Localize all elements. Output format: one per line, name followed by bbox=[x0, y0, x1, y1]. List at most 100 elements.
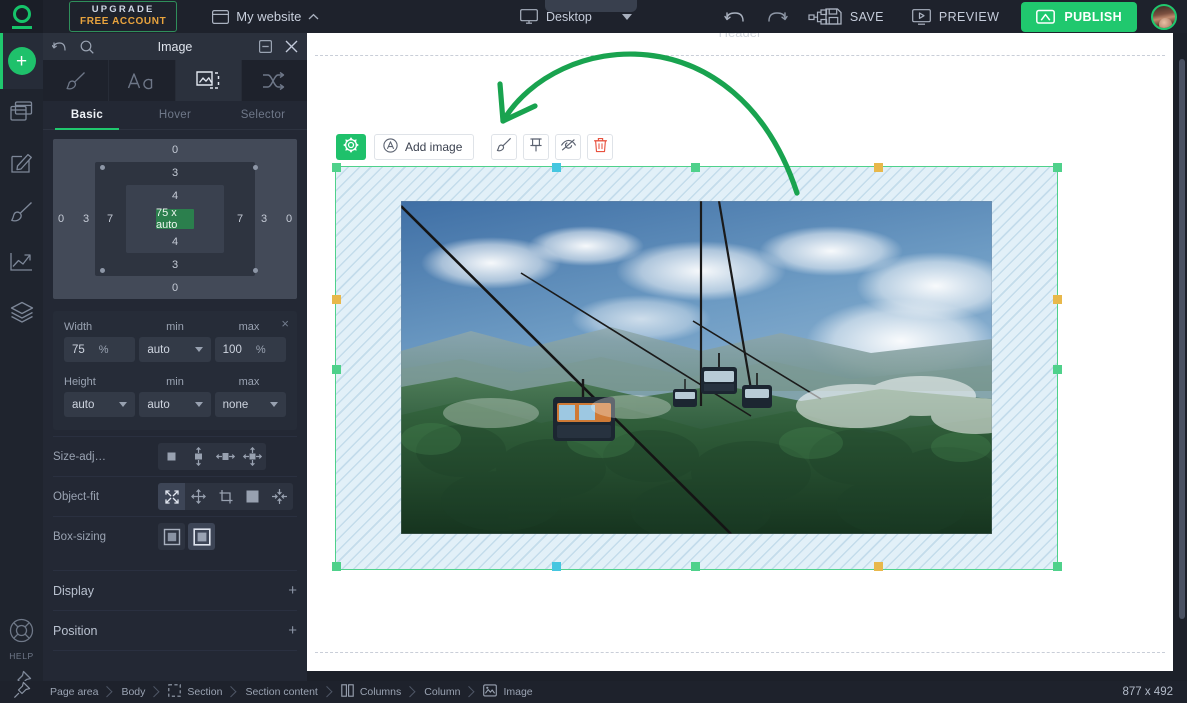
breadcrumb-column[interactable]: Column bbox=[417, 686, 467, 698]
undo-icon[interactable] bbox=[724, 9, 746, 25]
size-adjust-horizontal-icon[interactable] bbox=[212, 443, 239, 470]
resize-handle-top-left[interactable] bbox=[332, 163, 341, 172]
preview-button[interactable]: PREVIEW bbox=[898, 8, 1013, 25]
breadcrumb-section[interactable]: Section bbox=[161, 684, 229, 700]
margin-bottom-value[interactable]: 0 bbox=[172, 282, 178, 294]
breadcrumb-section-content[interactable]: Section content bbox=[238, 686, 324, 698]
tab-layout[interactable] bbox=[175, 60, 242, 101]
margin-left-value[interactable]: 0 bbox=[58, 213, 64, 225]
tab-hover[interactable]: Hover bbox=[131, 101, 219, 129]
selected-element-box[interactable] bbox=[332, 163, 1062, 571]
image-element[interactable] bbox=[401, 201, 992, 534]
site-selector[interactable]: My website bbox=[212, 9, 319, 24]
object-fit-contain-icon[interactable] bbox=[185, 483, 212, 510]
object-fit-scale-down-icon[interactable] bbox=[266, 483, 293, 510]
resize-handle-bottom-center[interactable] bbox=[691, 562, 700, 571]
canvas-vertical-scrollbar[interactable] bbox=[1177, 33, 1187, 681]
help-button[interactable]: HELP bbox=[0, 618, 43, 661]
padding-bottom-value[interactable]: 4 bbox=[172, 236, 178, 248]
object-fit-none-icon[interactable] bbox=[239, 483, 266, 510]
device-switcher[interactable]: Desktop bbox=[520, 0, 632, 33]
resize-handle-top-center[interactable] bbox=[691, 163, 700, 172]
margin-right-value[interactable]: 0 bbox=[286, 213, 292, 225]
sizing-close-icon[interactable]: × bbox=[281, 316, 289, 331]
accordion-position[interactable]: Position + bbox=[53, 610, 297, 650]
size-adjust-vertical-icon[interactable] bbox=[185, 443, 212, 470]
border-right-value[interactable]: 3 bbox=[261, 213, 267, 225]
resize-handle-right-middle[interactable] bbox=[1053, 365, 1062, 374]
rail-item-analytics[interactable] bbox=[0, 239, 43, 289]
undo-icon[interactable] bbox=[52, 41, 67, 53]
width-min-select[interactable]: auto bbox=[139, 337, 211, 362]
content-size-value[interactable]: 75 x auto bbox=[156, 207, 194, 231]
breadcrumb-image[interactable]: Image bbox=[476, 684, 539, 700]
box-sizing-content-box-icon[interactable] bbox=[158, 523, 185, 550]
accordion-display[interactable]: Display + bbox=[53, 570, 297, 610]
panel-header: Image bbox=[43, 33, 307, 60]
element-style-button[interactable] bbox=[491, 134, 518, 160]
tab-selector[interactable]: Selector bbox=[219, 101, 307, 129]
height-select[interactable]: auto bbox=[64, 392, 136, 417]
page-canvas[interactable]: Header Add image bbox=[307, 33, 1173, 671]
width-input[interactable]: 75 % bbox=[64, 337, 136, 362]
rail-item-add-element[interactable]: + bbox=[0, 33, 43, 89]
width-max-input[interactable]: 100 % bbox=[214, 337, 286, 362]
margin-handle-bottom[interactable] bbox=[552, 562, 561, 571]
chevron-down-icon[interactable] bbox=[621, 13, 632, 20]
height-max-select[interactable]: none bbox=[214, 392, 286, 417]
element-pin-button[interactable] bbox=[523, 134, 550, 160]
element-hide-button[interactable] bbox=[555, 134, 582, 160]
rail-item-pages[interactable] bbox=[0, 89, 43, 139]
corner-handle-br[interactable] bbox=[253, 268, 258, 273]
upgrade-button[interactable]: UPGRADE FREE ACCOUNT bbox=[69, 0, 178, 33]
padding-handle-left[interactable] bbox=[332, 295, 341, 304]
breadcrumb-body[interactable]: Body bbox=[114, 686, 152, 698]
tab-effects[interactable] bbox=[242, 60, 307, 101]
resize-handle-bottom-left[interactable] bbox=[332, 562, 341, 571]
resize-handle-bottom-right[interactable] bbox=[1053, 562, 1062, 571]
scrollbar-thumb[interactable] bbox=[1179, 59, 1185, 619]
size-adjust-none-icon[interactable] bbox=[158, 443, 185, 470]
resize-handle-top-right[interactable] bbox=[1053, 163, 1062, 172]
add-image-button[interactable]: Add image bbox=[374, 134, 475, 160]
minimize-icon[interactable] bbox=[259, 40, 272, 53]
padding-top-value[interactable]: 4 bbox=[172, 190, 178, 202]
corner-handle-tr[interactable] bbox=[253, 165, 258, 170]
border-top-value[interactable]: 3 bbox=[172, 167, 178, 179]
rail-item-layers[interactable] bbox=[0, 289, 43, 339]
border-left-value[interactable]: 3 bbox=[83, 213, 89, 225]
padding-left-value[interactable]: 7 bbox=[107, 213, 113, 225]
redo-icon[interactable] bbox=[766, 9, 788, 25]
element-settings-button[interactable] bbox=[336, 134, 366, 160]
breadcrumb-pin-button[interactable] bbox=[0, 681, 43, 703]
padding-handle-top[interactable] bbox=[874, 163, 883, 172]
breadcrumb-columns[interactable]: Columns bbox=[334, 684, 408, 700]
breadcrumb-page-area[interactable]: Page area bbox=[43, 686, 105, 698]
corner-handle-bl[interactable] bbox=[100, 268, 105, 273]
height-min-select[interactable]: auto bbox=[139, 392, 211, 417]
padding-right-value[interactable]: 7 bbox=[237, 213, 243, 225]
box-sizing-border-box-icon[interactable] bbox=[188, 523, 215, 550]
padding-handle-right[interactable] bbox=[1053, 295, 1062, 304]
app-logo[interactable] bbox=[0, 0, 43, 33]
rail-item-design[interactable] bbox=[0, 189, 43, 239]
tab-basic[interactable]: Basic bbox=[43, 101, 131, 130]
search-icon[interactable] bbox=[80, 40, 94, 54]
publish-button[interactable]: PUBLISH bbox=[1021, 1, 1137, 32]
margin-top-value[interactable]: 0 bbox=[172, 144, 178, 156]
rail-item-edit[interactable] bbox=[0, 139, 43, 189]
save-button[interactable]: SAVE bbox=[811, 8, 898, 25]
size-adjust-both-icon[interactable] bbox=[239, 443, 266, 470]
padding-handle-bottom[interactable] bbox=[874, 562, 883, 571]
resize-handle-left-middle[interactable] bbox=[332, 365, 341, 374]
margin-handle-top[interactable] bbox=[552, 163, 561, 172]
tab-style[interactable] bbox=[43, 60, 110, 101]
close-icon[interactable] bbox=[285, 40, 298, 53]
corner-handle-tl[interactable] bbox=[100, 165, 105, 170]
user-avatar[interactable] bbox=[1151, 3, 1177, 30]
object-fit-fill-icon[interactable] bbox=[158, 483, 185, 510]
object-fit-cover-icon[interactable] bbox=[212, 483, 239, 510]
tab-typography[interactable] bbox=[109, 60, 176, 101]
element-delete-button[interactable] bbox=[587, 134, 614, 160]
border-bottom-value[interactable]: 3 bbox=[172, 259, 178, 271]
